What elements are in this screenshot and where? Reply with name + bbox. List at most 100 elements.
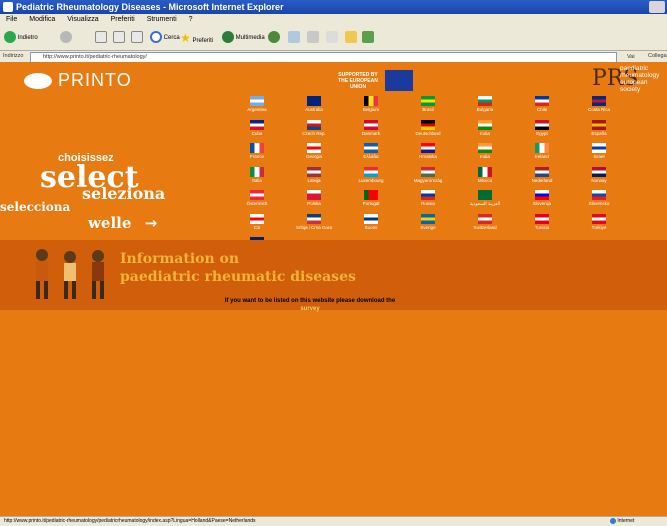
flag-label: India	[480, 130, 490, 136]
flag-item[interactable]: Norway	[574, 166, 624, 189]
flag-item[interactable]: Latvija	[289, 166, 339, 189]
flag-label: India	[480, 154, 490, 159]
flag-item[interactable]: Slovensko	[574, 190, 624, 212]
flag-item[interactable]: Switzerland	[460, 213, 510, 236]
history-button[interactable]	[268, 31, 280, 45]
flag-icon	[250, 213, 264, 224]
media-button[interactable]: Multimedia	[222, 31, 265, 45]
flag-item[interactable]: Polska	[289, 190, 339, 212]
media-icon	[222, 31, 234, 44]
menu-favorites[interactable]: Preferiti	[111, 16, 135, 23]
flag-item[interactable]: France	[232, 143, 282, 165]
flag-label: Luxembourg	[358, 177, 384, 183]
back-button[interactable]: Indietro	[4, 31, 38, 45]
messenger-button[interactable]	[362, 31, 374, 45]
flag-item[interactable]: Egypt	[517, 119, 567, 142]
flag-item[interactable]: Australia	[289, 96, 339, 118]
flag-item[interactable]: Luxembourg	[346, 166, 396, 189]
flag-icon	[250, 190, 264, 200]
flag-icon	[421, 143, 435, 153]
eu-flag-icon	[385, 70, 413, 91]
flag-item[interactable]: CS	[232, 213, 282, 236]
country-flag-grid: Argentina Australia Belgium Brasil Bulgaria C…	[232, 96, 667, 261]
flag-label: Danmark	[361, 130, 381, 136]
menu-help[interactable]: ?	[189, 16, 193, 23]
search-button[interactable]: Cerca	[150, 31, 180, 45]
flag-item[interactable]: Cuba	[232, 119, 282, 142]
flag-item[interactable]: Slovenija	[517, 190, 567, 212]
selecciona-text: selecciona	[0, 200, 71, 214]
flag-item[interactable]: Sverige	[403, 213, 453, 236]
flag-item[interactable]: Costa Rica	[574, 96, 624, 118]
flag-label: Brasil	[422, 107, 434, 112]
favorites-button[interactable]: ★ Preferiti	[180, 31, 213, 45]
menu-file[interactable]: File	[6, 16, 17, 23]
flag-item[interactable]: Hrvatska	[403, 143, 453, 165]
flag-icon	[364, 190, 378, 200]
flag-item[interactable]: México	[460, 166, 510, 189]
flag-icon	[592, 143, 606, 153]
flag-item[interactable]: Argentina	[232, 96, 282, 118]
print-button[interactable]	[307, 31, 319, 45]
web-page: PRINTO SUPPORTED BY THE EUROPEAN UNION P…	[0, 62, 667, 516]
history-icon	[268, 31, 280, 44]
edit-button[interactable]	[326, 31, 338, 45]
flag-icon	[592, 119, 606, 130]
flag-item[interactable]: Danmark	[346, 119, 396, 142]
mail-button[interactable]	[288, 31, 300, 45]
flag-item[interactable]: Czech Rep.	[289, 119, 339, 142]
flag-icon	[250, 96, 264, 106]
flag-item[interactable]: Portugal	[346, 190, 396, 212]
eu-support-badge: SUPPORTED BY THE EUROPEAN UNION	[335, 70, 415, 92]
printo-logo[interactable]: PRINTO	[24, 70, 132, 91]
flag-item[interactable]: Magyarország	[403, 166, 453, 189]
menu-view[interactable]: Visualizza	[67, 16, 98, 23]
menu-edit[interactable]: Modifica	[29, 16, 55, 23]
flag-item[interactable]: Ireland	[517, 143, 567, 165]
flag-item[interactable]: Italia	[232, 166, 282, 189]
messenger-icon	[362, 31, 374, 44]
flag-item[interactable]: Brasil	[403, 96, 453, 118]
flag-label: Cuba	[251, 130, 263, 136]
flag-item[interactable]: Suomi	[346, 213, 396, 236]
flag-item[interactable]: Nederland	[517, 166, 567, 189]
flag-item[interactable]: Türkiye	[574, 213, 624, 236]
flag-item[interactable]: India	[460, 119, 510, 142]
refresh-button[interactable]	[113, 31, 125, 45]
menu-tools[interactable]: Strumenti	[147, 16, 177, 23]
flag-item[interactable]: Tunisia	[517, 213, 567, 236]
flag-item[interactable]: India	[460, 143, 510, 165]
flag-item[interactable]: Srbija i Crna Gora	[289, 213, 339, 236]
flag-item[interactable]: Belgium	[346, 96, 396, 118]
flag-item[interactable]: Österreich	[232, 190, 282, 212]
flag-item[interactable]: Chile	[517, 96, 567, 118]
stop-button[interactable]	[95, 31, 107, 45]
flag-label: Türkiye	[591, 224, 607, 230]
flag-item[interactable]: Deutschland	[403, 119, 453, 142]
flag-icon	[364, 119, 378, 130]
flag-item[interactable]: Ελλάδα	[346, 143, 396, 165]
home-button[interactable]	[131, 31, 143, 45]
flag-icon	[421, 96, 435, 106]
flag-label: España	[591, 130, 607, 136]
flag-item[interactable]: Georgia	[289, 143, 339, 165]
survey-note: If you want to be listed on this website…	[224, 298, 396, 312]
flag-label: Chile	[536, 107, 548, 112]
flag-icon	[307, 213, 321, 224]
flag-item[interactable]: Russia	[403, 190, 453, 212]
window-title: Pediatric Rheumatology Diseases - Micros…	[16, 2, 284, 12]
window-controls[interactable]	[649, 1, 665, 13]
flag-item[interactable]: Bulgaria	[460, 96, 510, 118]
flag-item[interactable]: Israel	[574, 143, 624, 165]
prs-subtitle: paediatric rheumatology european society	[620, 65, 660, 93]
flag-label: Nederland	[531, 177, 553, 183]
flag-item[interactable]: España	[574, 119, 624, 142]
flag-item[interactable]: العربية السعودية	[460, 190, 510, 212]
folder-button[interactable]	[345, 31, 357, 45]
flag-label: Russia	[421, 201, 435, 206]
links-label[interactable]: Collegamenti	[648, 51, 667, 62]
home-icon	[131, 31, 143, 44]
survey-link[interactable]: survey	[300, 306, 319, 312]
flag-icon	[478, 190, 492, 200]
forward-button[interactable]	[60, 31, 72, 45]
